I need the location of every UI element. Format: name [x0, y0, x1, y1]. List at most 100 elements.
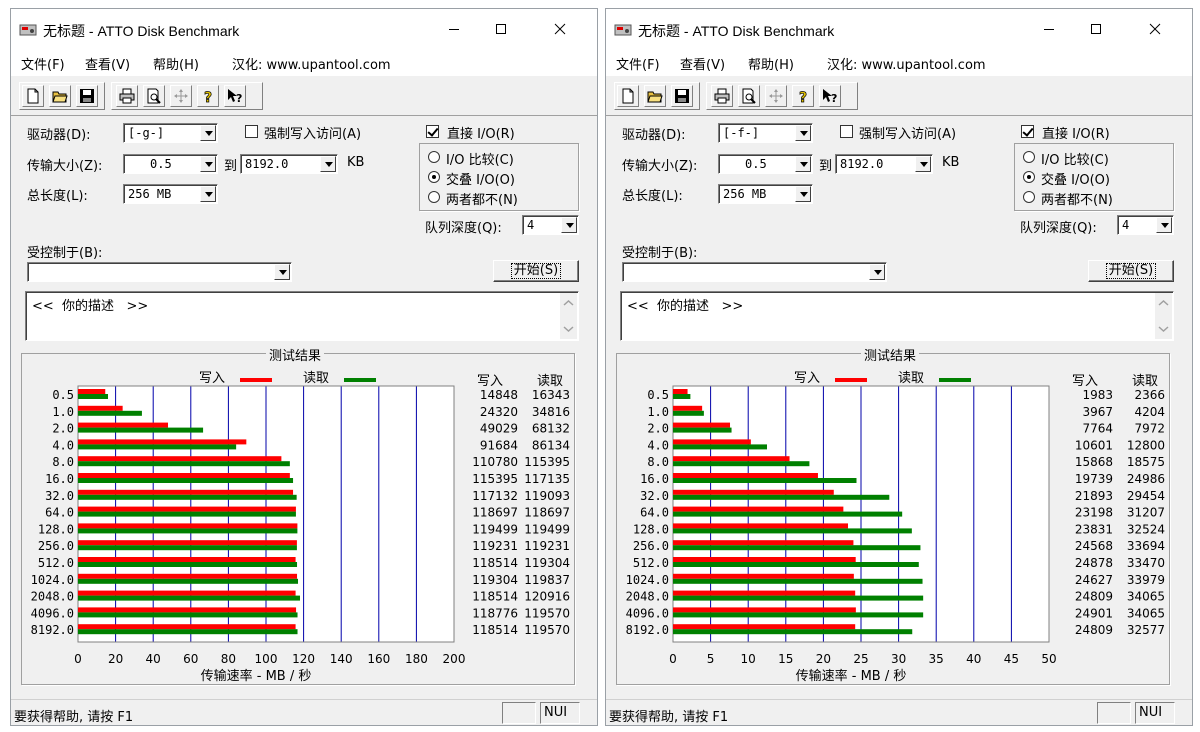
chevron-down-icon[interactable] — [561, 217, 577, 233]
new-button[interactable] — [22, 85, 44, 107]
menu-help[interactable]: 帮助(H) — [748, 54, 794, 73]
maximize-button[interactable] — [478, 9, 524, 49]
queue-depth-select[interactable]: 4 — [522, 215, 579, 235]
chevron-down-icon[interactable] — [795, 156, 811, 172]
total-length-select[interactable]: 256 MB — [718, 184, 813, 204]
total-length-select[interactable]: 256 MB — [123, 184, 218, 204]
chevron-down-icon[interactable] — [274, 264, 290, 280]
y-category-label: 0.5 — [647, 388, 669, 402]
menu-view[interactable]: 查看(V) — [85, 54, 130, 73]
chevron-down-icon[interactable] — [795, 125, 811, 141]
overlap-io-radio[interactable] — [1023, 171, 1035, 183]
kb-label: KB — [347, 155, 365, 170]
chevron-down-icon[interactable] — [1156, 217, 1172, 233]
description-scrollbar[interactable] — [1155, 293, 1172, 339]
about-button[interactable]: ? — [792, 85, 814, 107]
print-button[interactable] — [711, 85, 733, 107]
value-read: 119304 — [524, 556, 570, 570]
results-chart: 写入 读取 写入 读取 0 20 40 60 80 100 120 140 160 180 200 0.5 14… — [31, 371, 570, 684]
description-box[interactable]: << 你的描述 >> — [620, 291, 1174, 341]
value-read: 119837 — [524, 573, 570, 587]
io-compare-radio[interactable] — [428, 151, 440, 163]
description-scrollbar[interactable] — [560, 293, 577, 339]
chevron-down-icon[interactable] — [320, 156, 336, 172]
x-tick-label: 10 — [741, 652, 756, 666]
direct-io-checkbox[interactable] — [426, 125, 439, 138]
window-title: 无标题 - ATTO Disk Benchmark — [638, 23, 835, 39]
menu-view[interactable]: 查看(V) — [680, 54, 725, 73]
neither-radio[interactable] — [1023, 191, 1035, 203]
transfer-to-select[interactable]: 8192.0 — [240, 154, 338, 174]
chevron-down-icon[interactable] — [200, 156, 216, 172]
status-bar: 要获得帮助, 请按 F1 NUI — [11, 699, 597, 725]
transfer-from-select[interactable]: 0.5 — [718, 154, 813, 174]
value-read: 120916 — [524, 590, 570, 604]
overlap-io-radio[interactable] — [428, 171, 440, 183]
controlled-by-select[interactable] — [622, 262, 887, 282]
open-button[interactable] — [49, 85, 71, 107]
close-button[interactable] — [537, 9, 583, 49]
minimize-button[interactable] — [1026, 9, 1072, 49]
queue-depth-value: 4 — [527, 218, 535, 232]
print-preview-button[interactable] — [143, 85, 165, 107]
chevron-down-icon[interactable] — [795, 186, 811, 202]
chevron-down-icon[interactable] — [915, 156, 931, 172]
bar-read — [673, 562, 919, 567]
value-read: 34065 — [1127, 606, 1165, 620]
maximize-button[interactable] — [1073, 9, 1119, 49]
close-button[interactable] — [1132, 9, 1178, 49]
save-button[interactable] — [76, 85, 98, 107]
toolbar: ? ? — [11, 75, 597, 116]
description-box[interactable]: << 你的描述 >> — [25, 291, 579, 341]
start-button[interactable]: 开始(S) — [1088, 260, 1174, 282]
bar-read — [673, 410, 704, 416]
menu-file[interactable]: 文件(F) — [616, 54, 660, 73]
print-button[interactable] — [116, 85, 138, 107]
chevron-down-icon[interactable] — [200, 125, 216, 141]
menu-localization[interactable]: 汉化: www.upantool.com — [827, 54, 986, 73]
drive-select[interactable]: [-f-] — [718, 123, 813, 143]
chevron-down-icon[interactable] — [869, 264, 885, 280]
move-button[interactable] — [170, 85, 192, 107]
io-compare-radio[interactable] — [1023, 151, 1035, 163]
minimize-button[interactable] — [431, 9, 477, 49]
context-help-button[interactable]: ? — [819, 85, 841, 107]
drive-select[interactable]: [-g-] — [123, 123, 218, 143]
bar-write — [78, 389, 106, 394]
new-button[interactable] — [617, 85, 639, 107]
value-write: 119231 — [472, 539, 518, 553]
move-button[interactable] — [765, 85, 787, 107]
bar-read — [673, 494, 890, 500]
force-write-checkbox[interactable] — [840, 125, 853, 138]
chevron-down-icon[interactable] — [200, 186, 216, 202]
menu-help[interactable]: 帮助(H) — [153, 54, 199, 73]
drive-label: 驱动器(D): — [27, 128, 91, 143]
controlled-by-select[interactable] — [27, 262, 292, 282]
transfer-from-value: 0.5 — [745, 157, 767, 171]
start-button[interactable]: 开始(S) — [493, 260, 579, 282]
direct-io-checkbox[interactable] — [1021, 125, 1034, 138]
menu-localization[interactable]: 汉化: www.upantool.com — [232, 54, 391, 73]
status-num-lock: NUI — [540, 702, 580, 724]
about-button[interactable]: ? — [197, 85, 219, 107]
x-tick-label: 0 — [74, 652, 82, 666]
value-read: 2366 — [1134, 388, 1165, 402]
print-preview-button[interactable] — [738, 85, 760, 107]
bar-read — [78, 528, 298, 534]
value-write: 24901 — [1075, 606, 1113, 620]
context-help-button[interactable]: ? — [224, 85, 246, 107]
force-write-checkbox[interactable] — [245, 125, 258, 138]
menu-file[interactable]: 文件(F) — [21, 54, 65, 73]
start-button-label: 开始(S) — [510, 263, 562, 279]
title-bar[interactable]: 无标题 - ATTO Disk Benchmark — [606, 9, 1192, 49]
title-bar[interactable]: 无标题 - ATTO Disk Benchmark — [11, 9, 597, 49]
neither-radio[interactable] — [428, 191, 440, 203]
open-button[interactable] — [644, 85, 666, 107]
x-tick-label: 40 — [146, 652, 161, 666]
queue-depth-select[interactable]: 4 — [1117, 215, 1174, 235]
transfer-to-select[interactable]: 8192.0 — [835, 154, 933, 174]
value-read: 16343 — [532, 388, 570, 402]
description-text: << 你的描述 >> — [32, 299, 149, 314]
transfer-from-select[interactable]: 0.5 — [123, 154, 218, 174]
save-button[interactable] — [671, 85, 693, 107]
